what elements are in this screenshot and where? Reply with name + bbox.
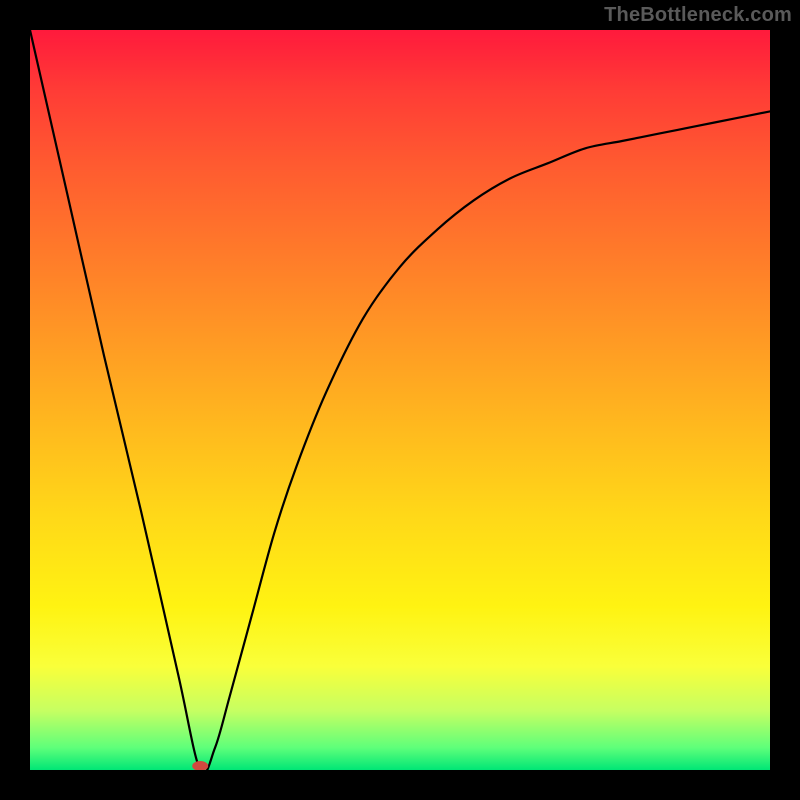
curve-line — [30, 30, 770, 770]
curve-svg — [30, 30, 770, 770]
chart-frame: TheBottleneck.com — [0, 0, 800, 800]
attribution-label: TheBottleneck.com — [604, 4, 792, 27]
plot-area — [30, 30, 770, 770]
min-marker — [192, 761, 208, 770]
